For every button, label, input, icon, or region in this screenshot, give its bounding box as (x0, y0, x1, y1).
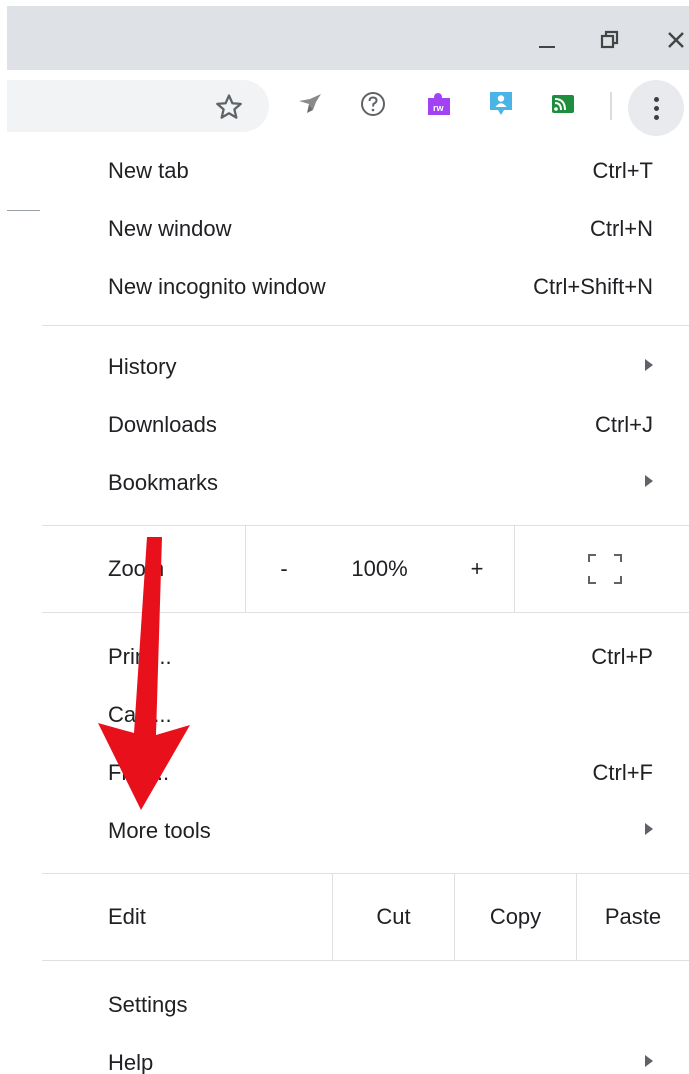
menu-item-label: More tools (108, 818, 211, 843)
fullscreen-corner (614, 576, 622, 584)
menu-item-shortcut: Ctrl+J (594, 412, 653, 437)
rw-puzzle-extension-icon[interactable]: rw (425, 90, 453, 118)
menu-item-label: Bookmarks (108, 470, 219, 495)
fullscreen-corner (588, 554, 596, 562)
menu-item-label: Help (108, 1050, 154, 1074)
paste-button[interactable]: Paste (577, 903, 689, 931)
vertical-dots-icon (653, 96, 659, 102)
menu-item-shortcut: Ctrl+T (592, 158, 654, 183)
svg-text:rw: rw (433, 103, 445, 113)
menu-item-settings[interactable]: Settings (42, 976, 689, 1032)
zoom-out-button[interactable]: - (268, 555, 300, 583)
menu-item-new-tab[interactable]: New tab Ctrl+T (42, 142, 689, 198)
toolbar-separator (610, 92, 612, 120)
window-titlebar (7, 6, 689, 70)
chrome-main-menu: New tab Ctrl+T New window Ctrl+N New inc… (42, 142, 689, 1074)
menu-item-downloads[interactable]: Downloads Ctrl+J (42, 396, 689, 452)
zoom-row: Zoom - 100% + (42, 526, 689, 612)
menu-separator (42, 612, 689, 613)
restore-icon (600, 30, 619, 49)
submenu-arrow-icon (645, 475, 653, 487)
zoom-in-button[interactable]: + (461, 555, 493, 583)
omnibox[interactable] (7, 80, 269, 132)
menu-item-shortcut: Ctrl+N (590, 216, 653, 241)
menu-item-shortcut: Ctrl+Shift+N (533, 274, 653, 299)
browser-toolbar: rw (7, 70, 689, 150)
star-icon[interactable] (214, 92, 244, 122)
menu-item-label: History (108, 354, 177, 379)
menu-item-print[interactable]: Print... Ctrl+P (42, 628, 689, 684)
menu-separator (42, 960, 689, 961)
edit-label: Edit (108, 904, 146, 929)
fullscreen-corner (614, 554, 622, 562)
menu-item-cast[interactable]: Cast... (42, 686, 689, 742)
zoom-label: Zoom (108, 556, 165, 581)
edit-row: Edit Cut Copy Paste (42, 874, 689, 960)
menu-item-shortcut: Ctrl+P (591, 644, 653, 669)
menu-separator (42, 325, 689, 326)
fullscreen-icon[interactable] (588, 554, 622, 584)
menu-dot (653, 105, 659, 111)
menu-dot (653, 114, 659, 120)
copy-button[interactable]: Copy (455, 903, 576, 931)
menu-item-more-tools[interactable]: More tools (42, 802, 689, 858)
zoom-divider (514, 526, 515, 612)
minimize-icon (539, 45, 555, 49)
close-button[interactable] (656, 20, 689, 60)
fullscreen-corner (588, 576, 596, 584)
cast-extension-icon[interactable] (549, 90, 577, 118)
menu-item-label: New tab (108, 158, 189, 183)
restore-button[interactable] (590, 20, 630, 60)
zoom-level: 100% (351, 556, 408, 581)
minimize-button[interactable] (527, 20, 567, 60)
menu-item-find[interactable]: Find... Ctrl+F (42, 744, 689, 800)
menu-item-label: Downloads (108, 412, 217, 437)
submenu-arrow-icon (645, 1055, 653, 1067)
dove-extension-icon[interactable] (296, 90, 324, 118)
menu-item-label: Cast... (108, 702, 172, 727)
menu-button[interactable] (628, 80, 684, 136)
menu-item-new-window[interactable]: New window Ctrl+N (42, 200, 689, 256)
submenu-arrow-icon (645, 359, 653, 371)
menu-item-label: Find... (108, 760, 170, 785)
page-edge-line (7, 210, 40, 211)
zoom-divider (245, 526, 246, 612)
menu-item-bookmarks[interactable]: Bookmarks (42, 454, 689, 510)
menu-item-history[interactable]: History (42, 338, 689, 394)
menu-item-label: Settings (108, 992, 188, 1017)
menu-item-shortcut: Ctrl+F (592, 760, 654, 785)
menu-item-new-incognito-window[interactable]: New incognito window Ctrl+Shift+N (42, 258, 689, 314)
menu-item-help[interactable]: Help (42, 1034, 689, 1074)
menu-item-label: New window (108, 216, 232, 241)
close-icon (668, 32, 684, 48)
submenu-arrow-icon (645, 823, 653, 835)
menu-item-label: Print... (108, 644, 172, 669)
help-circle-extension-icon[interactable] (359, 90, 387, 118)
menu-item-label: New incognito window (108, 274, 326, 299)
cut-button[interactable]: Cut (333, 903, 454, 931)
user-badge-extension-icon[interactable] (487, 90, 515, 118)
